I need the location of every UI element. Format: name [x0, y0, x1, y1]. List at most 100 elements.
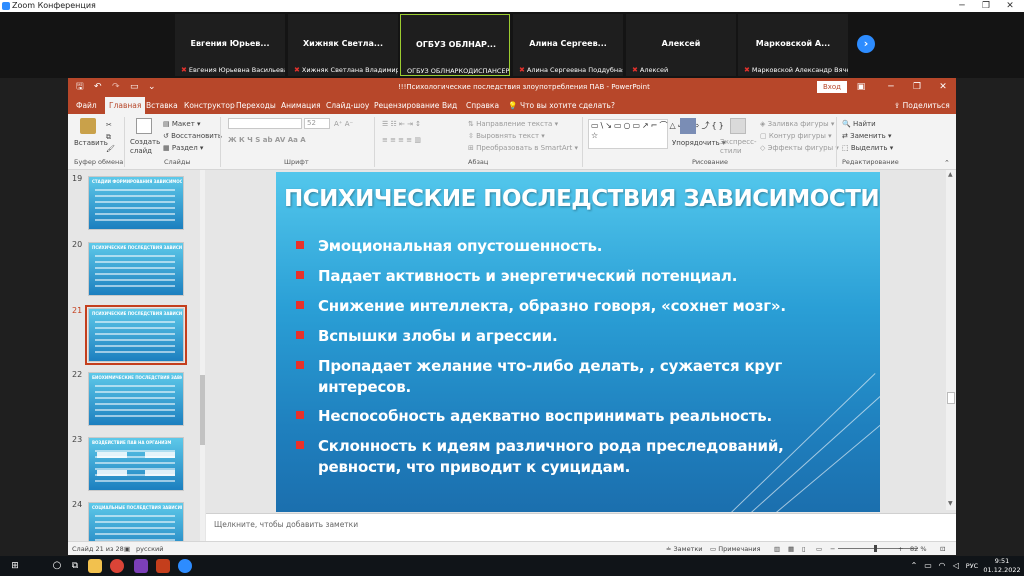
fit-slide-icon[interactable]: ⊡ — [940, 542, 945, 556]
slide-thumbnail[interactable]: ПСИХИЧЕСКИЕ ПОСЛЕДСТВИЯ ЗАВИСИМОСТИ — [85, 305, 187, 365]
zoom-level[interactable]: 82 % — [910, 542, 927, 556]
chrome-icon[interactable] — [110, 559, 124, 573]
minimize-icon[interactable]: ─ — [950, 0, 974, 12]
smartart-button[interactable]: ⊞ Преобразовать в SmartArt ▾ — [468, 143, 578, 153]
slide-thumbnail[interactable]: СТАДИИ ФОРМИРОВАНИЯ ЗАВИСИМОСТИ — [88, 176, 184, 230]
copy-icon[interactable]: ⧉ — [106, 132, 111, 142]
close-icon[interactable]: ✕ — [932, 78, 954, 97]
language-indicator[interactable]: РУС — [962, 556, 982, 576]
reading-view-icon[interactable]: ▯ — [802, 542, 806, 556]
next-page-button[interactable]: › — [857, 35, 875, 53]
slide-bullet[interactable]: Пропадает желание что-либо делать, , суж… — [296, 356, 782, 396]
slide-bullet[interactable]: Эмоциональная опустошенность. — [296, 236, 602, 257]
start-icon[interactable]: ⊞ — [0, 556, 30, 576]
ribbon-tab[interactable]: Вставка — [146, 97, 178, 114]
align-buttons[interactable]: ≡ ≡ ≡ ≡ ▥ — [382, 135, 421, 145]
editor-scrollbar[interactable]: ▲ ▼ — [946, 170, 956, 510]
redo-icon[interactable]: ↷ — [112, 78, 120, 97]
wifi-icon[interactable]: ◠ — [936, 556, 948, 576]
clock[interactable]: 9:51 01.12.2022 — [982, 557, 1022, 575]
slide-thumbnail[interactable]: ПСИХИЧЕСКИЕ ПОСЛЕДСТВИЯ ЗАВИСИМОСТИ — [88, 242, 184, 296]
task-view-icon[interactable]: ⧉ — [68, 556, 82, 576]
cut-icon[interactable]: ✂ — [106, 120, 112, 130]
new-slide-button[interactable]: Создать слайд — [130, 138, 160, 156]
zoom-slider[interactable] — [838, 548, 918, 549]
shape-fill-button[interactable]: ◈ Заливка фигуры ▾ — [760, 119, 834, 129]
quick-styles-button[interactable]: Экспресс-стили — [720, 138, 760, 156]
ribbon-tab[interactable]: Рецензирование — [374, 97, 439, 114]
slide-thumbnail[interactable]: БИОХИМИЧЕСКИЕ ПОСЛЕДСТВИЯ ЗАВИСИМОСТИ — [88, 372, 184, 426]
language-indicator[interactable]: русский — [136, 542, 164, 556]
shape-effects-button[interactable]: ◇ Эффекты фигуры ▾ — [760, 143, 839, 153]
login-button[interactable]: Вход — [817, 81, 847, 93]
share-button[interactable]: ⇪ Поделиться — [894, 97, 950, 114]
font-grow-icon[interactable]: A⁺ A⁻ — [334, 119, 353, 129]
start-slideshow-icon[interactable]: ▭ — [130, 78, 139, 97]
slide-bullet[interactable]: Склонность к идеям различного рода пресл… — [296, 436, 784, 476]
slide-title[interactable]: ПСИХИЧЕСКИЕ ПОСЛЕДСТВИЯ ЗАВИСИМОСТИ — [284, 184, 880, 214]
ribbon-tab[interactable]: Анимация — [281, 97, 321, 114]
ribbon-tab[interactable]: Главная — [105, 97, 146, 114]
ribbon-display-icon[interactable]: ▣ — [850, 78, 872, 97]
shape-outline-button[interactable]: ▢ Контур фигуры ▾ — [760, 131, 832, 141]
list-buttons[interactable]: ☰ ☷ ⇤ ⇥ ↕ — [382, 119, 421, 129]
save-icon[interactable]: 🖫 — [76, 78, 84, 97]
slide-sorter-icon[interactable]: ▦ — [788, 542, 794, 556]
ribbon-tab[interactable]: Конструктор — [184, 97, 235, 114]
slide-thumbnails-pane[interactable]: 19 СТАДИИ ФОРМИРОВАНИЯ ЗАВИСИМОСТИ 20 ПСИХИ… — [68, 170, 206, 541]
text-direction-button[interactable]: ⇅ Направление текста ▾ — [468, 119, 558, 129]
zoom-in-icon[interactable]: + — [898, 542, 903, 556]
network-icon[interactable]: ▭ — [922, 556, 934, 576]
powerpoint-taskbar-icon[interactable] — [156, 559, 170, 573]
thumbnails-scrollbar[interactable] — [200, 170, 205, 541]
slide-bullet[interactable]: Неспособность адекватно воспринимать реа… — [296, 406, 772, 427]
zoom-out-icon[interactable]: − — [830, 542, 835, 556]
font-size-input[interactable]: 52 — [304, 118, 330, 129]
slide-bullet[interactable]: Вспышки злобы и агрессии. — [296, 326, 558, 347]
section-button[interactable]: ▦ Раздел ▾ — [163, 143, 203, 153]
search-icon[interactable]: ○ — [50, 556, 64, 576]
scroll-down-icon[interactable]: ▼ — [948, 500, 953, 508]
close-icon[interactable]: ✕ — [998, 0, 1022, 12]
participant-tile[interactable]: ОГБУЗ ОБЛНАР... ОГБУЗ ОБЛНАРКОДИСПАНСЕР — [400, 14, 510, 76]
restore-icon[interactable]: ❐ — [974, 0, 998, 12]
zoom-slider-thumb[interactable] — [874, 545, 877, 552]
file-explorer-icon[interactable] — [88, 559, 102, 573]
app-icon[interactable] — [134, 559, 148, 573]
undo-icon[interactable]: ↶ — [94, 78, 102, 97]
normal-view-icon[interactable]: ▥ — [774, 542, 780, 556]
participant-tile[interactable]: Алина Сергеев... ✖ Алина Сергеевна Поддубн… — [513, 14, 623, 76]
select-button[interactable]: ⬚ Выделить ▾ — [842, 143, 893, 153]
ribbon-tab[interactable]: Вид — [442, 97, 457, 114]
participant-tile[interactable]: Марковской А... ✖ Марковской Александр Вяч… — [738, 14, 848, 76]
zoom-taskbar-icon[interactable] — [178, 559, 192, 573]
slide-thumbnail[interactable]: ВОЗДЕЙСТВИЕ ПАВ НА ОРГАНИЗМ — [88, 437, 184, 491]
ribbon-tab[interactable]: Файл — [76, 97, 97, 114]
current-slide[interactable]: ПСИХИЧЕСКИЕ ПОСЛЕДСТВИЯ ЗАВИСИМОСТИ Эмоц… — [276, 172, 880, 512]
comments-toggle[interactable]: ▭ Примечания — [710, 542, 761, 556]
arrange-button[interactable]: Упорядочить ▾ — [672, 138, 726, 148]
participant-tile[interactable]: Евгения Юрьев... ✖ Евгения Юрьевна Василье… — [175, 14, 285, 76]
replace-button[interactable]: ⇄ Заменить ▾ — [842, 131, 892, 141]
minimize-icon[interactable]: ─ — [880, 78, 902, 97]
layout-button[interactable]: ▤ Макет ▾ — [163, 119, 201, 129]
volume-icon[interactable]: ◁ — [950, 556, 962, 576]
customize-toolbar-icon[interactable]: ⌄ — [148, 78, 156, 97]
collapse-ribbon-icon[interactable]: ⌃ — [944, 158, 950, 168]
font-name-input[interactable] — [228, 118, 302, 129]
paste-button[interactable]: Вставить — [74, 138, 108, 148]
scrollbar-thumb[interactable] — [200, 375, 205, 445]
ribbon-tab[interactable]: Справка — [466, 97, 499, 114]
ribbon-tab[interactable]: Переходы — [236, 97, 276, 114]
restore-icon[interactable]: ❐ — [906, 78, 928, 97]
slide-bullet[interactable]: Снижение интеллекта, образно говоря, «со… — [296, 296, 786, 317]
find-button[interactable]: 🔍 Найти — [842, 119, 876, 129]
shapes-gallery[interactable]: ▭\↘▭○▭↗⌐⌒△⌙⤷⇨⤴{}☆ — [588, 119, 724, 149]
spellcheck-icon[interactable]: ▣ — [124, 542, 130, 556]
participant-tile[interactable]: Алексей ✖ Алексей — [626, 14, 736, 76]
slideshow-view-icon[interactable]: ▭ — [816, 542, 822, 556]
reset-button[interactable]: ↺ Восстановить — [163, 131, 222, 141]
font-format-buttons[interactable]: Ж К Ч S ab AV Aa A — [228, 135, 306, 145]
scroll-up-icon[interactable]: ▲ — [948, 171, 953, 179]
notes-toggle[interactable]: ≐ Заметки — [666, 542, 703, 556]
